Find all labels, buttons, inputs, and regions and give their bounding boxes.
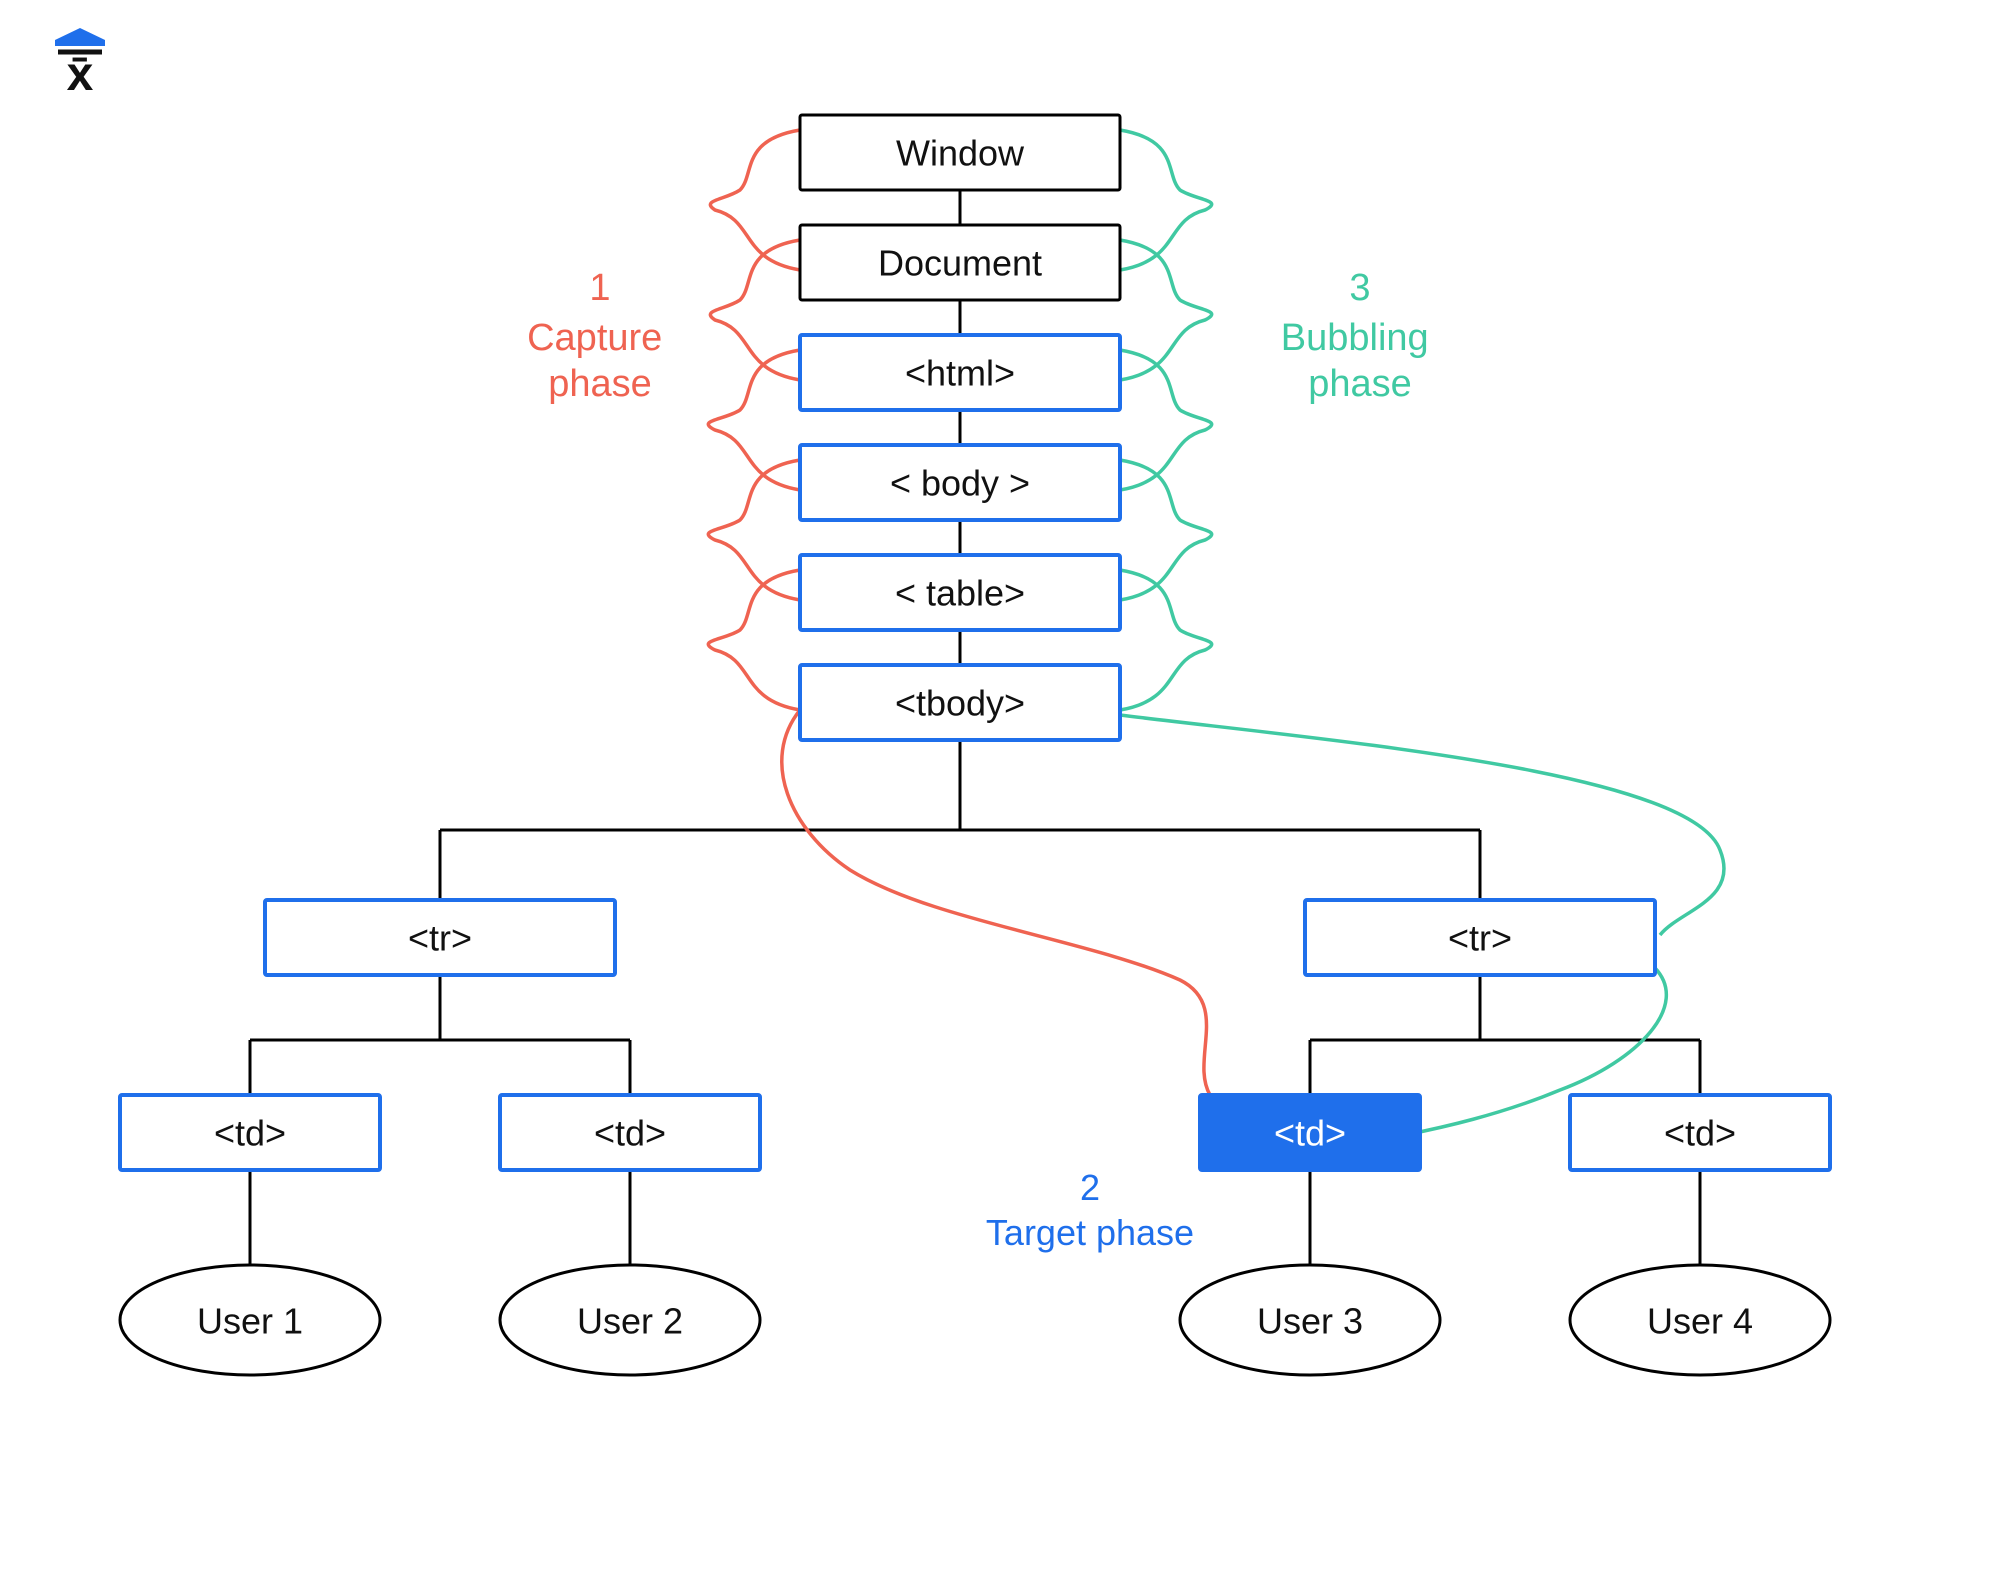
svg-text:Capture phase: Capture phase: [527, 317, 673, 405]
svg-text:<tr>: <tr>: [408, 918, 472, 959]
svg-text:1: 1: [589, 267, 610, 309]
node-document: Document: [800, 225, 1120, 300]
svg-text:2: 2: [1080, 1167, 1100, 1208]
svg-text:<html>: <html>: [905, 353, 1015, 394]
svg-text:User 4: User 4: [1647, 1301, 1753, 1342]
node-tbody: <tbody>: [800, 665, 1120, 740]
node-td-4: <td>: [1570, 1095, 1830, 1170]
target-phase-label: 2 Target phase: [986, 1167, 1194, 1253]
svg-text:User 2: User 2: [577, 1301, 683, 1342]
node-td-1: <td>: [120, 1095, 380, 1170]
svg-text:<td>: <td>: [1664, 1113, 1736, 1154]
svg-text:Target phase: Target phase: [986, 1212, 1194, 1253]
svg-text:<tbody>: <tbody>: [895, 683, 1025, 724]
svg-text:<td>: <td>: [1274, 1113, 1346, 1154]
svg-text:3: 3: [1349, 267, 1370, 309]
node-table: < table>: [800, 555, 1120, 630]
node-tr-1: <tr>: [265, 900, 615, 975]
svg-text:<td>: <td>: [594, 1113, 666, 1154]
node-html: <html>: [800, 335, 1120, 410]
node-window: Window: [800, 115, 1120, 190]
node-user-3: User 3: [1180, 1265, 1440, 1375]
capture-phase-label: 1 Capture phase: [527, 267, 673, 405]
svg-text:<td>: <td>: [214, 1113, 286, 1154]
logo: x̄: [55, 28, 105, 101]
svg-text:User 3: User 3: [1257, 1301, 1363, 1342]
svg-text:Document: Document: [878, 243, 1042, 284]
node-body: < body >: [800, 445, 1120, 520]
logo-letter: x̄: [67, 48, 94, 101]
event-propagation-diagram: x̄: [0, 0, 2001, 1590]
node-user-1: User 1: [120, 1265, 380, 1375]
bubbling-flow: [1120, 130, 1724, 1135]
node-user-4: User 4: [1570, 1265, 1830, 1375]
bubbling-phase-label: 3 Bubbling phase: [1281, 267, 1439, 405]
node-tr-2: <tr>: [1305, 900, 1655, 975]
svg-text:< body >: < body >: [890, 463, 1030, 504]
svg-text:Bubbling phase: Bubbling phase: [1281, 317, 1439, 405]
svg-text:< table>: < table>: [895, 573, 1025, 614]
node-td-2: <td>: [500, 1095, 760, 1170]
svg-text:<tr>: <tr>: [1448, 918, 1512, 959]
svg-text:Window: Window: [896, 133, 1025, 174]
node-td-3-target: <td>: [1200, 1095, 1420, 1170]
svg-text:User 1: User 1: [197, 1301, 303, 1342]
node-user-2: User 2: [500, 1265, 760, 1375]
